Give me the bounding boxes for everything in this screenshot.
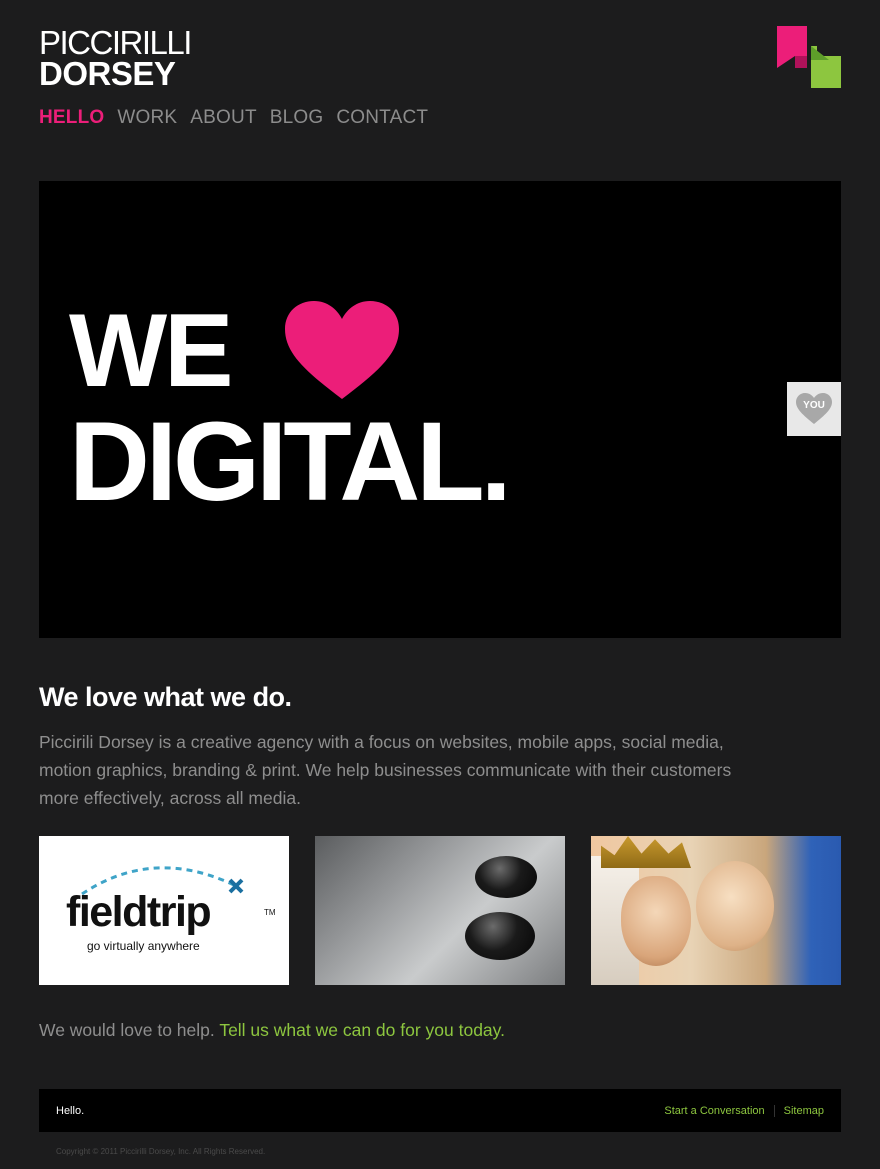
hero-line-digital: DIGITAL. — [69, 399, 512, 524]
madonna-face-image — [621, 876, 691, 966]
child-face-image — [696, 861, 774, 951]
nav-about[interactable]: ABOUT — [190, 107, 256, 129]
you-heart-tab[interactable]: YOU — [787, 382, 841, 436]
stone-image — [465, 912, 535, 960]
intro-body: Piccirili Dorsey is a creative agency wi… — [39, 732, 732, 808]
you-label: YOU — [803, 400, 825, 411]
heart-icon — [285, 301, 399, 399]
work-thumbnail-stones[interactable] — [315, 836, 565, 985]
work-thumbnail-fieldtrip[interactable]: fieldtrip TM go virtually anywhere — [39, 836, 289, 985]
footer-bar: Hello. Start a Conversation Sitemap — [39, 1089, 841, 1132]
hero-banner: WE DIGITAL. YOU — [39, 181, 841, 638]
site-logo[interactable]: PICCIRILLI DORSEY — [39, 26, 192, 92]
cta-text: We would love to help. Tell us what we c… — [39, 1020, 505, 1041]
crown-image — [601, 836, 691, 868]
hero-line-we: WE — [69, 293, 234, 409]
cta-lead: We would love to help. — [39, 1020, 220, 1040]
footer-hello: Hello. — [56, 1104, 85, 1117]
footer-link-start-conversation[interactable]: Start a Conversation — [664, 1105, 764, 1117]
main-nav: HELLO WORK ABOUT BLOG CONTACT — [39, 107, 428, 129]
nav-blog[interactable]: BLOG — [270, 107, 324, 129]
work-thumbnail-madonna[interactable] — [591, 836, 841, 985]
stone-image — [475, 856, 537, 898]
nav-work[interactable]: WORK — [117, 107, 177, 129]
fieldtrip-tm: TM — [264, 908, 276, 917]
footer-link-sitemap[interactable]: Sitemap — [784, 1105, 824, 1117]
fieldtrip-tagline: go virtually anywhere — [87, 939, 200, 953]
logo-line-2: DORSEY — [39, 55, 176, 92]
nav-contact[interactable]: CONTACT — [336, 107, 428, 129]
footer-links: Start a Conversation Sitemap — [664, 1104, 824, 1117]
copyright: Copyright © 2011 Piccirilli Dorsey, Inc.… — [56, 1147, 266, 1156]
fieldtrip-wordmark: fieldtrip — [66, 888, 212, 936]
nav-hello[interactable]: HELLO — [39, 107, 104, 129]
cta-link[interactable]: Tell us what we can do for you today. — [219, 1020, 505, 1040]
brand-mark-icon — [777, 26, 841, 88]
footer-divider — [773, 1104, 775, 1117]
intro-title: We love what we do. — [39, 682, 292, 712]
